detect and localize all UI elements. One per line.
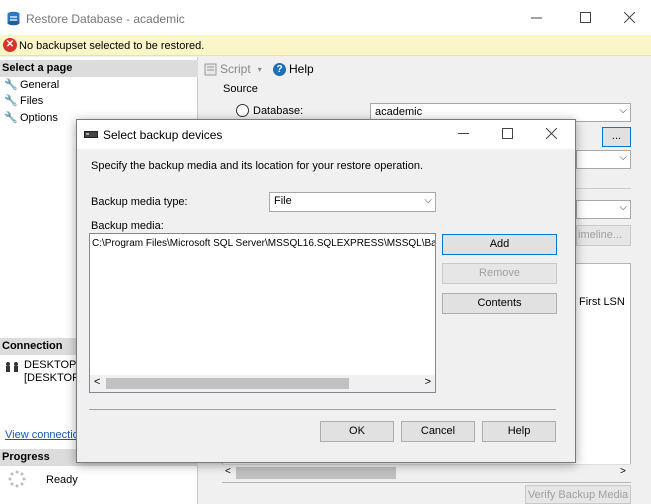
wrench-icon: 🔧 — [4, 79, 18, 91]
page-item-label: Options — [20, 112, 58, 124]
connection-icon — [6, 362, 18, 372]
first-lsn-header: First LSN — [579, 296, 625, 308]
scroll-thumb[interactable] — [106, 378, 349, 389]
dialog-title: Select backup devices — [103, 128, 223, 142]
maximize-button[interactable] — [562, 0, 608, 35]
database-restore-icon — [7, 11, 20, 26]
view-connection-link[interactable]: View connection — [5, 429, 85, 441]
backup-media-item[interactable]: C:\Program Files\Microsoft SQL Server\MS… — [92, 238, 435, 249]
source-label: Source — [223, 83, 258, 95]
close-icon — [623, 12, 635, 23]
backup-device-icon — [84, 131, 98, 138]
chevron-down-icon: ⌵ — [619, 105, 627, 116]
dropdown-arrow-icon: ▾ — [257, 64, 262, 74]
maximize-icon — [579, 12, 591, 23]
progress-spinner-icon — [8, 470, 26, 488]
scroll-right-icon[interactable]: > — [620, 466, 626, 477]
select-page-header: Select a page — [0, 60, 198, 77]
page-item-general[interactable]: 🔧 General — [4, 79, 59, 91]
dialog-instruction: Specify the backup media and its locatio… — [91, 160, 424, 172]
timeline-button[interactable]: imeline... — [576, 225, 631, 246]
connection-server: DESKTOP- — [24, 359, 81, 371]
help-label: Help — [289, 62, 314, 76]
remove-button[interactable]: Remove — [442, 263, 557, 284]
toolbar — [200, 58, 651, 80]
error-icon: ✕ — [3, 38, 17, 52]
backup-media-list[interactable]: C:\Program Files\Microsoft SQL Server\MS… — [89, 233, 436, 393]
window-title: Restore Database - academic — [26, 12, 185, 26]
ok-button[interactable]: OK — [320, 421, 394, 442]
scroll-left-icon[interactable]: < — [225, 466, 231, 477]
browse-button[interactable]: ... — [602, 127, 631, 147]
page-item-label: Files — [20, 95, 44, 107]
media-list-scrollbar[interactable]: < > — [90, 375, 435, 392]
scroll-thumb[interactable] — [236, 467, 396, 479]
verify-backup-media-button[interactable]: Verify Backup Media — [525, 485, 631, 504]
chevron-down-icon: ⌵ — [619, 202, 627, 213]
media-type-label: Backup media type: — [91, 196, 188, 208]
device-select[interactable]: ⌵ — [576, 150, 631, 169]
section-divider — [576, 188, 631, 189]
cancel-button[interactable]: Cancel — [401, 421, 475, 442]
wrench-icon: 🔧 — [4, 95, 18, 107]
script-button[interactable]: Script ▾ — [204, 62, 262, 76]
chevron-down-icon: ⌵ — [619, 152, 627, 163]
database-radio[interactable] — [236, 104, 249, 117]
scroll-right-icon[interactable]: > — [425, 376, 431, 388]
error-message: No backupset selected to be restored. — [19, 40, 205, 52]
page-item-files[interactable]: 🔧 Files — [4, 95, 43, 107]
dialog-divider — [89, 409, 556, 410]
wrench-icon: 🔧 — [4, 112, 18, 124]
contents-button[interactable]: Contents — [442, 293, 557, 314]
dialog-help-button[interactable]: Help — [482, 421, 556, 442]
progress-status: Ready — [46, 474, 78, 486]
add-button[interactable]: Add — [442, 234, 557, 255]
help-icon: ? — [273, 62, 286, 76]
dialog-minimize-icon[interactable] — [458, 133, 469, 134]
restore-to-select[interactable]: ⌵ — [576, 200, 631, 219]
scroll-left-icon[interactable]: < — [94, 376, 100, 388]
connection-user: [DESKTOP — [24, 372, 80, 384]
dialog-maximize-icon[interactable] — [502, 128, 513, 139]
script-label: Script — [220, 62, 251, 76]
backup-media-label: Backup media: — [91, 220, 164, 232]
minimize-button[interactable] — [513, 0, 559, 35]
media-type-value: File — [274, 195, 292, 207]
database-value: academic — [375, 106, 423, 118]
script-icon — [204, 63, 217, 75]
minimize-icon — [530, 17, 542, 19]
help-button[interactable]: ? Help — [273, 62, 314, 76]
chevron-down-icon: ⌵ — [424, 195, 432, 206]
page-item-label: General — [20, 79, 60, 91]
dialog-close-icon[interactable] — [546, 128, 557, 139]
page-item-options[interactable]: 🔧 Options — [4, 112, 58, 124]
close-button[interactable] — [606, 0, 651, 35]
media-type-select[interactable]: File ⌵ — [269, 192, 436, 212]
database-label: Database: — [253, 105, 304, 117]
